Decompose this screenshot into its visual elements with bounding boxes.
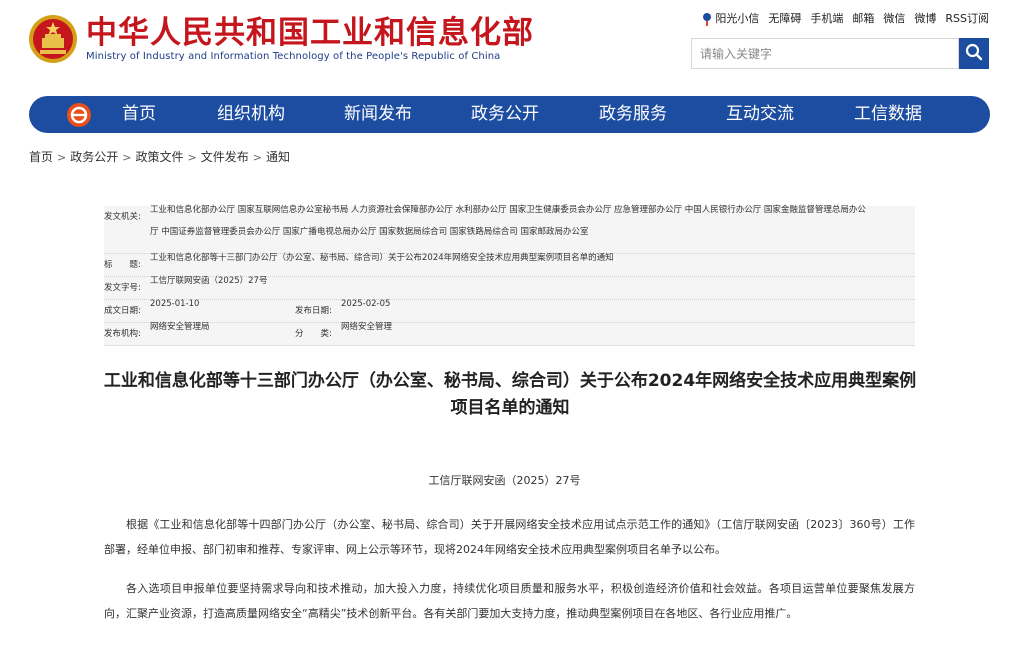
issuer-line-1: 工业和信息化部办公厅 国家互联网信息办公室秘书局 人力资源社会保障部办公厅 水利… <box>150 205 866 215</box>
info-row-org: 发布机构: 网络安全管理局 分 类: 网络安全管理 <box>104 322 915 346</box>
chevron-right-icon: > <box>57 151 67 164</box>
article-paragraph-1: 根据《工业和信息化部等十四部门办公厅（办公室、秘书局、综合司）关于开展网络安全技… <box>104 518 915 556</box>
article-paragraph-2: 各入选项目申报单位要坚持需求导向和技术推动，加大投入力度，持续优化项目质量和服务… <box>104 582 915 620</box>
category-value: 网络安全管理 <box>341 322 393 332</box>
issuer-value: 工业和信息化部办公厅 国家互联网信息办公室秘书局 人力资源社会保障部办公厅 水利… <box>150 199 915 253</box>
nav-government-services[interactable]: 政务服务 <box>599 96 667 133</box>
breadcrumb-policy-documents[interactable]: 政策文件 <box>135 150 183 164</box>
top-link-wechat[interactable]: 微信 <box>883 10 905 26</box>
nav-interaction[interactable]: 互动交流 <box>726 96 794 133</box>
org-label: 发布机构: <box>104 329 141 339</box>
breadcrumb: 首页 > 政务公开 > 政策文件 > 文件发布 > 通知 <box>29 148 290 165</box>
nav-government-affairs[interactable]: 政务公开 <box>471 96 539 133</box>
top-link-email[interactable]: 邮箱 <box>852 10 874 26</box>
main-nav: 首页 组织机构 新闻发布 政务公开 政务服务 互动交流 工信数据 <box>29 96 990 133</box>
title-label: 标 题: <box>104 260 141 270</box>
chevron-right-icon: > <box>252 151 262 164</box>
top-link-rss[interactable]: RSS订阅 <box>945 10 989 26</box>
search-box <box>691 38 959 69</box>
top-link-sunshine[interactable]: 阳光小信 <box>701 10 759 26</box>
breadcrumb-document-release[interactable]: 文件发布 <box>201 150 249 164</box>
issuer-label: 发文机关: <box>104 212 141 222</box>
nav-data[interactable]: 工信数据 <box>854 96 922 133</box>
search-button[interactable] <box>959 38 989 69</box>
site-title-english: Ministry of Industry and Information Tec… <box>86 51 501 62</box>
created-date-label: 成文日期: <box>104 306 141 316</box>
article-doc-number: 工信厅联网安函（2025）27号 <box>428 474 581 487</box>
nav-home[interactable]: 首页 <box>122 96 156 133</box>
site-title[interactable]: 中华人民共和国工业和信息化部 <box>86 14 534 52</box>
top-link-accessibility[interactable]: 无障碍 <box>768 10 801 26</box>
org-value: 网络安全管理局 <box>150 322 210 332</box>
breadcrumb-home[interactable]: 首页 <box>29 150 53 164</box>
top-link-weibo[interactable]: 微博 <box>914 10 936 26</box>
search-input[interactable] <box>692 39 958 68</box>
chevron-right-icon: > <box>187 151 197 164</box>
miit-logo-icon <box>65 101 93 129</box>
docno-label: 发文字号: <box>104 283 141 293</box>
article-title: 工业和信息化部等十三部门办公厅（办公室、秘书局、综合司）关于公布2024年网络安… <box>103 371 917 418</box>
document-info-table: 发文机关: 工业和信息化部办公厅 国家互联网信息办公室秘书局 人力资源社会保障部… <box>104 205 915 346</box>
nav-news[interactable]: 新闻发布 <box>344 96 412 133</box>
sunshine-icon <box>701 12 713 26</box>
chevron-right-icon: > <box>122 151 132 164</box>
nav-organization[interactable]: 组织机构 <box>217 96 285 133</box>
top-link-mobile[interactable]: 手机端 <box>810 10 843 26</box>
breadcrumb-government-affairs[interactable]: 政务公开 <box>70 150 118 164</box>
breadcrumb-notice[interactable]: 通知 <box>266 150 290 164</box>
category-label: 分 类: <box>295 329 332 339</box>
top-links: 阳光小信 无障碍 手机端 邮箱 微信 微博 RSS订阅 <box>701 10 989 26</box>
national-emblem-icon <box>28 14 78 64</box>
issuer-line-2: 厅 中国证券监督管理委员会办公厅 国家广播电视总局办公厅 国家数据局综合司 国家… <box>150 227 589 237</box>
published-date-label: 发布日期: <box>295 306 332 316</box>
search-icon <box>965 43 983 65</box>
